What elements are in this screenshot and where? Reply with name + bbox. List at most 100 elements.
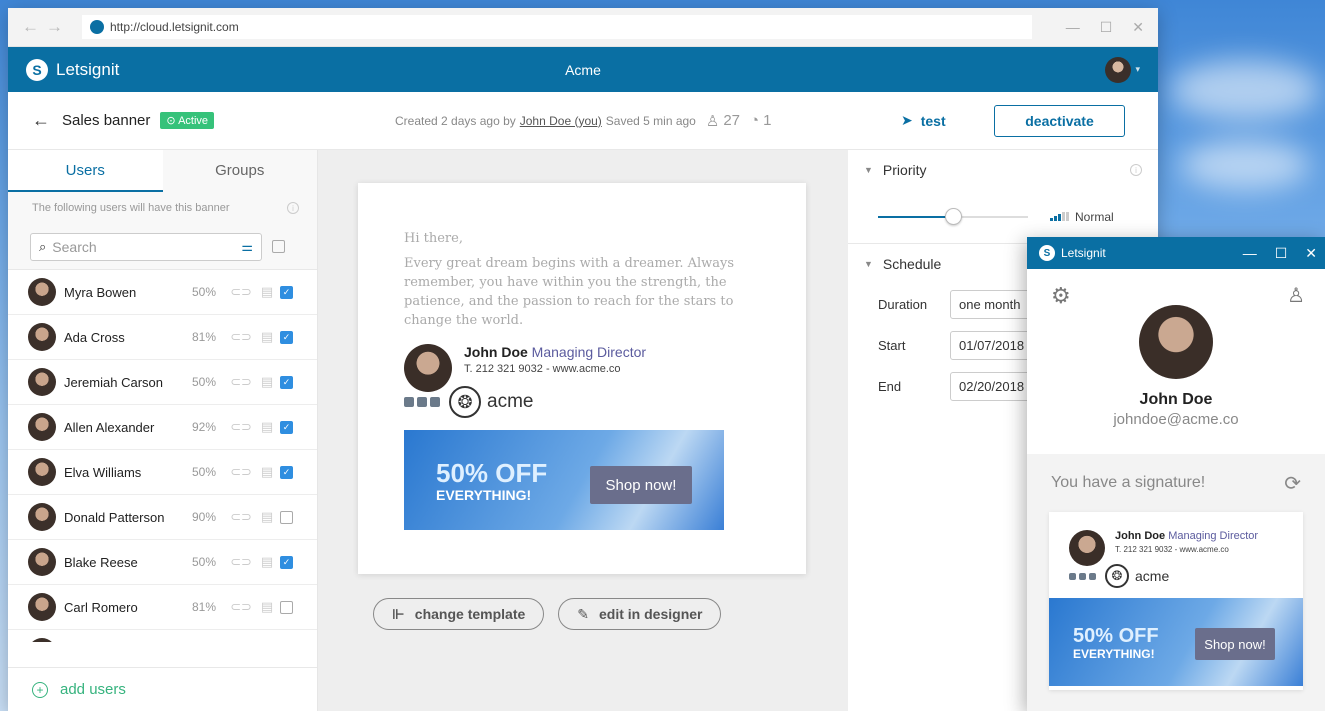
minimize-icon[interactable]: — — [1066, 19, 1080, 36]
add-users-button[interactable]: + add users — [8, 667, 317, 711]
browser-window: ← → http://cloud.letsignit.com — ☐ ✕ S L… — [8, 8, 1158, 711]
filter-icon[interactable]: ⚌ — [241, 239, 253, 255]
facebook-icon[interactable] — [404, 397, 414, 407]
popup-user-email: johndoe@acme.co — [1113, 411, 1239, 428]
table-row[interactable]: Carl Romero 81% ⊂⊃ ▤ — [8, 585, 317, 630]
shop-now-button[interactable]: Shop now! — [1195, 628, 1275, 660]
tab-groups[interactable]: Groups — [163, 150, 318, 192]
user-checkbox[interactable]: ✓ — [280, 555, 293, 569]
forward-nav-icon[interactable]: → — [46, 17, 70, 37]
table-row[interactable]: Blake Reese 50% ⊂⊃ ▤ ✓ — [8, 540, 317, 585]
test-label: test — [920, 112, 946, 129]
link-icon[interactable]: ⊂⊃ — [228, 374, 254, 390]
minimize-icon[interactable]: — — [1243, 245, 1257, 262]
user-name: Blake Reese — [64, 554, 138, 570]
signature-photo — [404, 344, 452, 392]
table-row[interactable]: Allen Alexander 92% ⊂⊃ ▤ ✓ — [8, 405, 317, 450]
info-icon[interactable]: i — [287, 202, 299, 214]
gear-icon[interactable]: ⚙ — [1051, 283, 1071, 309]
author-link[interactable]: John Doe (you) — [520, 114, 602, 128]
chevron-down-icon: ▾ — [1135, 64, 1140, 74]
send-icon: ➤ — [901, 112, 913, 128]
avatar — [28, 278, 56, 306]
user-checkbox[interactable]: ✓ — [280, 375, 293, 389]
comment-icon[interactable]: ▤ — [254, 464, 280, 480]
user-icon[interactable]: ♙ — [1287, 283, 1305, 308]
link-icon[interactable]: ⊂⊃ — [228, 509, 254, 525]
priority-value: Normal — [1075, 209, 1114, 224]
app-logo[interactable]: S Letsignit — [26, 58, 119, 81]
comment-icon[interactable]: ▤ — [254, 599, 280, 615]
priority-slider[interactable] — [878, 207, 1028, 225]
table-row[interactable]: Jeremiah Carson 50% ⊂⊃ ▤ ✓ — [8, 360, 317, 405]
linkedin-icon[interactable] — [417, 397, 427, 407]
link-icon[interactable]: ⊂⊃ — [228, 284, 254, 300]
address-bar[interactable]: http://cloud.letsignit.com — [82, 15, 1032, 39]
slider-handle[interactable] — [945, 207, 962, 225]
search-input[interactable] — [52, 238, 242, 255]
signature-name-line: John Doe Managing Director — [1115, 530, 1258, 542]
edit-designer-button[interactable]: ✎ edit in designer — [558, 598, 722, 630]
avatar — [28, 413, 56, 441]
priority-section-header[interactable]: ▼ Priority i — [848, 150, 1158, 190]
info-icon[interactable]: i — [1130, 164, 1142, 176]
table-row[interactable]: Myra Bowen 50% ⊂⊃ ▤ ✓ — [8, 270, 317, 315]
letsignit-logo-icon: S — [1039, 245, 1055, 261]
user-percent: 50% — [192, 555, 217, 569]
schedule-label: Schedule — [882, 256, 942, 272]
user-percent: 50% — [192, 375, 217, 389]
user-checkbox[interactable]: ✓ — [280, 330, 293, 344]
facebook-icon[interactable] — [1069, 572, 1076, 580]
close-icon[interactable]: ✕ — [1305, 245, 1317, 262]
maximize-icon[interactable]: ☐ — [1100, 19, 1113, 36]
avatar — [1105, 56, 1132, 83]
twitter-icon[interactable] — [1089, 572, 1096, 580]
table-row[interactable]: Ada Cross 81% ⊂⊃ ▤ ✓ — [8, 315, 317, 360]
promo-banner: 50% OFF EVERYTHING! Shop now! — [404, 430, 724, 530]
back-arrow-icon[interactable]: ← — [32, 110, 50, 131]
select-all-checkbox[interactable] — [272, 240, 285, 253]
tab-users[interactable]: Users — [8, 150, 163, 192]
comment-icon[interactable]: ▤ — [254, 554, 280, 570]
twitter-icon[interactable] — [430, 397, 440, 407]
link-icon[interactable]: ⊂⊃ — [228, 419, 254, 435]
deactivate-button[interactable]: deactivate — [994, 105, 1125, 137]
table-row[interactable]: Elva Williams 50% ⊂⊃ ▤ ✓ — [8, 450, 317, 495]
user-checkbox[interactable]: ✓ — [280, 285, 293, 299]
user-checkbox[interactable]: ✓ — [280, 465, 293, 479]
greeting-text: Hi there, — [404, 231, 463, 246]
comment-icon[interactable]: ▤ — [254, 329, 280, 345]
user-menu[interactable]: ▾ — [1105, 56, 1140, 83]
link-icon[interactable]: ⊂⊃ — [228, 329, 254, 345]
maximize-icon[interactable]: ☐ — [1275, 245, 1288, 262]
user-checkbox[interactable] — [280, 510, 293, 524]
test-button[interactable]: ➤ test — [901, 112, 946, 129]
link-icon[interactable]: ⊂⊃ — [228, 464, 254, 480]
refresh-icon[interactable]: ⟳ — [1284, 471, 1301, 496]
shop-now-button[interactable]: Shop now! — [590, 466, 692, 504]
status-text: Active — [178, 115, 209, 127]
target-tabs: Users Groups — [8, 150, 317, 192]
close-icon[interactable]: ✕ — [1132, 19, 1144, 36]
popup-signature-block: John Doe Managing Director T. 212 321 90… — [1049, 530, 1303, 566]
avatar — [28, 368, 56, 396]
link-icon[interactable]: ⊂⊃ — [228, 599, 254, 615]
back-nav-icon[interactable]: ← — [22, 17, 46, 37]
signature-name: John Doe — [464, 344, 528, 360]
comment-icon[interactable]: ▤ — [254, 374, 280, 390]
body-text: Every great dream begins with a dreamer.… — [404, 256, 735, 328]
linkedin-icon[interactable] — [1079, 572, 1086, 580]
table-row[interactable]: Donald Patterson 90% ⊂⊃ ▤ — [8, 495, 317, 540]
table-row[interactable]: Donald Newman50%⊂⊃▤✓ — [8, 630, 317, 642]
comment-icon[interactable]: ▤ — [254, 509, 280, 525]
signature-preview: Hi there, Every great dream begins with … — [358, 183, 806, 574]
comment-icon[interactable]: ▤ — [254, 284, 280, 300]
user-percent: 50% — [192, 465, 217, 479]
comment-icon[interactable]: ▤ — [254, 419, 280, 435]
link-icon[interactable]: ⊂⊃ — [228, 554, 254, 570]
user-checkbox[interactable] — [280, 600, 293, 614]
slider-fill — [878, 215, 953, 218]
user-checkbox[interactable]: ✓ — [280, 420, 293, 434]
created-text: Created 2 days ago by — [395, 113, 516, 128]
change-template-button[interactable]: ⊩ change template — [373, 598, 545, 630]
